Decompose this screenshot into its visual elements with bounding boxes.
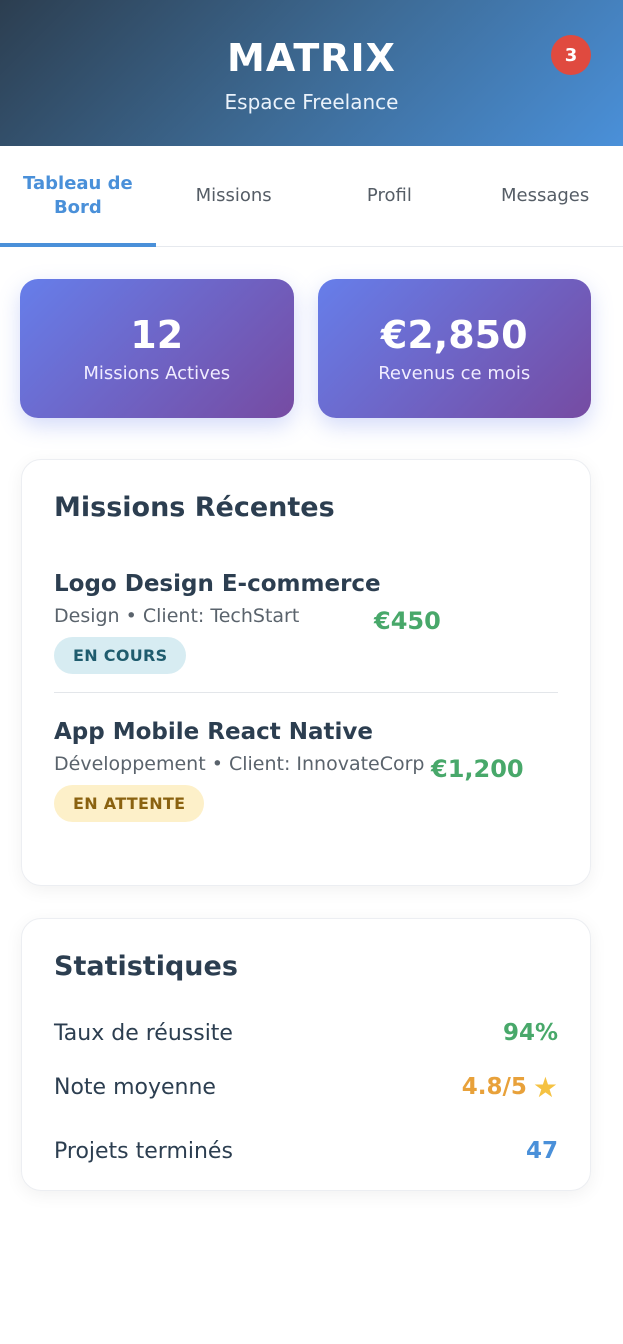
mission-price: €450: [374, 607, 441, 635]
rating-value-wrap: 4.8/5 ★: [462, 1071, 558, 1104]
tab-dashboard[interactable]: Tableau de Bord: [0, 146, 156, 247]
stat-value: 94%: [502, 1020, 558, 1046]
statistics-card: Statistiques Taux de réussite 94% Note m…: [21, 918, 591, 1191]
tab-label: Profil: [366, 185, 412, 206]
app-root: MATRIX Espace Freelance 3 Tableau de Bor…: [0, 0, 623, 1344]
status-badge: EN COURS: [54, 637, 187, 674]
tab-bar: Tableau de Bord Missions Profil Messages: [0, 146, 623, 247]
stat-value: 4.8/5: [461, 1074, 527, 1100]
brand-subtitle: Espace Freelance: [224, 90, 399, 114]
statistics-title: Statistiques: [54, 951, 238, 982]
tab-missions[interactable]: Missions: [156, 146, 312, 246]
stat-label: Projets terminés: [54, 1138, 233, 1164]
recent-missions-title: Missions Récentes: [54, 492, 335, 523]
star-icon: ★: [532, 1070, 558, 1104]
monthly-revenue-card[interactable]: €2,850 Revenus ce mois: [317, 279, 591, 418]
notification-badge[interactable]: 3: [551, 35, 591, 75]
tab-label: Messages: [500, 185, 590, 206]
stat-label: Note moyenne: [54, 1074, 216, 1100]
stat-value: 47: [525, 1138, 558, 1164]
tab-label: Tableau de Bord: [23, 173, 133, 218]
stat-success-rate: Taux de réussite 94%: [54, 1006, 558, 1060]
mission-item[interactable]: App Mobile React Native Développement • …: [54, 719, 558, 822]
tab-messages[interactable]: Messages: [467, 146, 623, 246]
mission-title: App Mobile React Native: [54, 719, 373, 745]
stat-label: Taux de réussite: [54, 1020, 233, 1046]
monthly-revenue-value: €2,850: [380, 313, 528, 357]
brand-title: MATRIX: [227, 36, 396, 80]
mission-meta: Design • Client: TechStart: [54, 605, 300, 627]
app-header: MATRIX Espace Freelance 3: [0, 0, 623, 146]
tab-profile[interactable]: Profil: [312, 146, 468, 246]
mission-price: €1,200: [431, 755, 524, 783]
active-missions-label: Missions Actives: [83, 363, 231, 384]
summary-cards: 12 Missions Actives €2,850 Revenus ce mo…: [20, 279, 591, 418]
active-missions-value: 12: [130, 313, 184, 357]
status-badge: EN ATTENTE: [54, 785, 205, 822]
monthly-revenue-label: Revenus ce mois: [378, 363, 531, 384]
mission-title: Logo Design E-commerce: [54, 571, 381, 597]
stat-projects-done: Projets terminés 47: [54, 1124, 558, 1178]
stat-average-rating: Note moyenne 4.8/5 ★: [54, 1060, 558, 1114]
active-missions-card[interactable]: 12 Missions Actives: [20, 279, 294, 418]
recent-missions-card: Missions Récentes Logo Design E-commerce…: [21, 459, 591, 886]
mission-item[interactable]: Logo Design E-commerce Design • Client: …: [54, 571, 558, 693]
tab-label: Missions: [195, 185, 272, 206]
